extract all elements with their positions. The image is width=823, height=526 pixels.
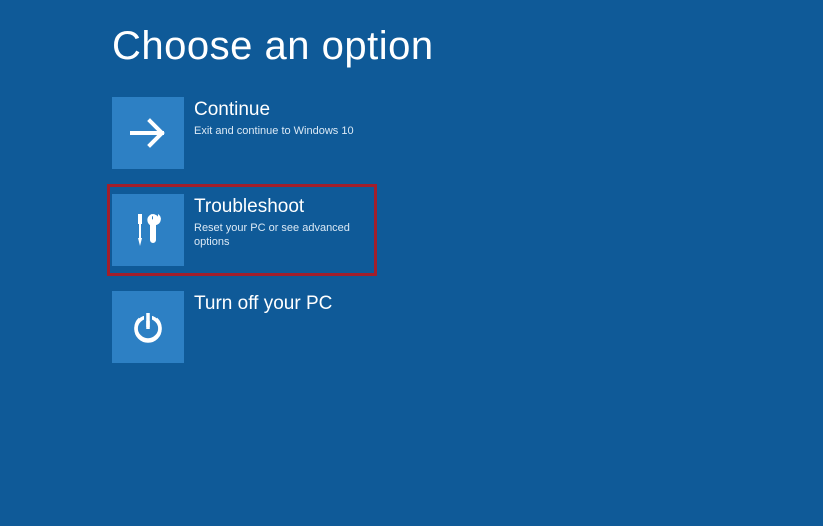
option-continue[interactable]: Continue Exit and continue to Windows 10: [112, 97, 372, 169]
power-icon: [112, 291, 184, 363]
page-title: Choose an option: [112, 24, 823, 69]
arrow-right-icon: [112, 97, 184, 169]
options-list: Continue Exit and continue to Windows 10: [112, 97, 823, 363]
option-title: Continue: [194, 99, 354, 122]
tools-icon: [112, 194, 184, 266]
option-turn-off[interactable]: Turn off your PC: [112, 291, 372, 363]
option-troubleshoot[interactable]: Troubleshoot Reset your PC or see advanc…: [112, 189, 372, 271]
option-title: Troubleshoot: [194, 196, 367, 219]
option-desc: Exit and continue to Windows 10: [194, 124, 354, 138]
option-title: Turn off your PC: [194, 293, 332, 316]
option-desc: Reset your PC or see advanced options: [194, 221, 367, 250]
